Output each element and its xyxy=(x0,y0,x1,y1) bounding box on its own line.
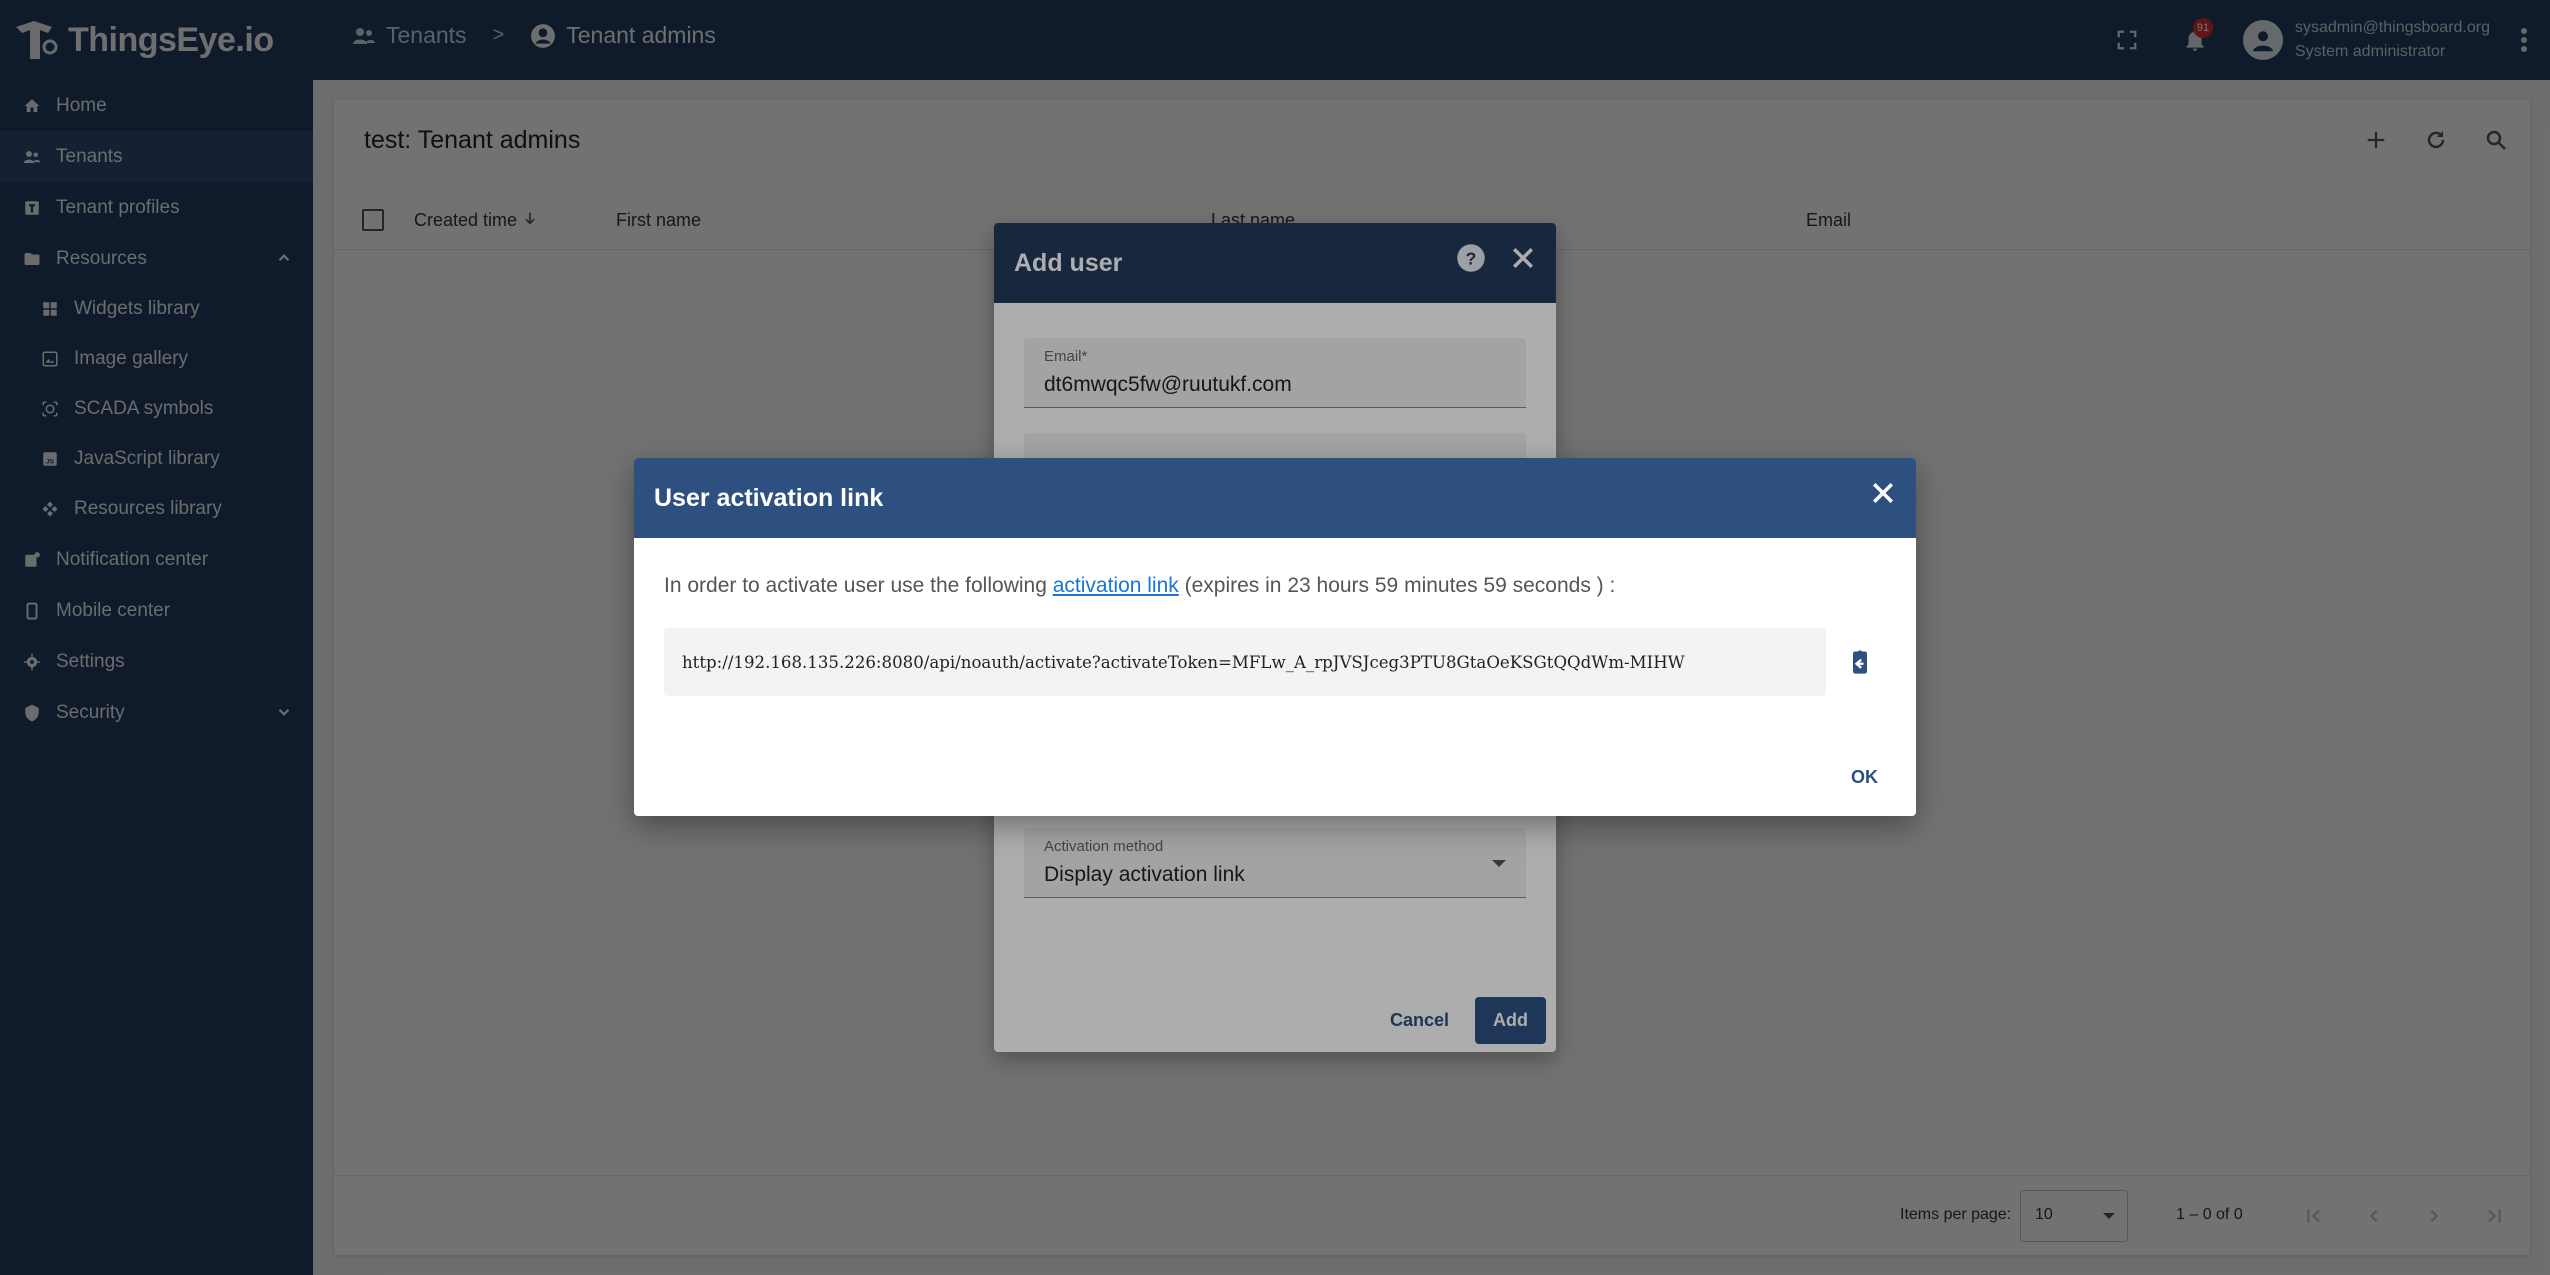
dialog-title: User activation link xyxy=(654,483,884,512)
activation-link[interactable]: activation link xyxy=(1053,574,1179,597)
ok-button[interactable]: OK xyxy=(1843,759,1886,796)
activation-link-dialog: User activation link In order to activat… xyxy=(634,458,1916,816)
clipboard-icon xyxy=(1853,650,1867,674)
activation-url[interactable]: http://192.168.135.226:8080/api/noauth/a… xyxy=(664,628,1826,696)
copy-button[interactable] xyxy=(1840,642,1880,682)
activation-instructions: In order to activate user use the follow… xyxy=(664,574,1616,597)
activation-dialog-header: User activation link xyxy=(634,458,1916,538)
close-icon[interactable] xyxy=(1868,478,1898,508)
